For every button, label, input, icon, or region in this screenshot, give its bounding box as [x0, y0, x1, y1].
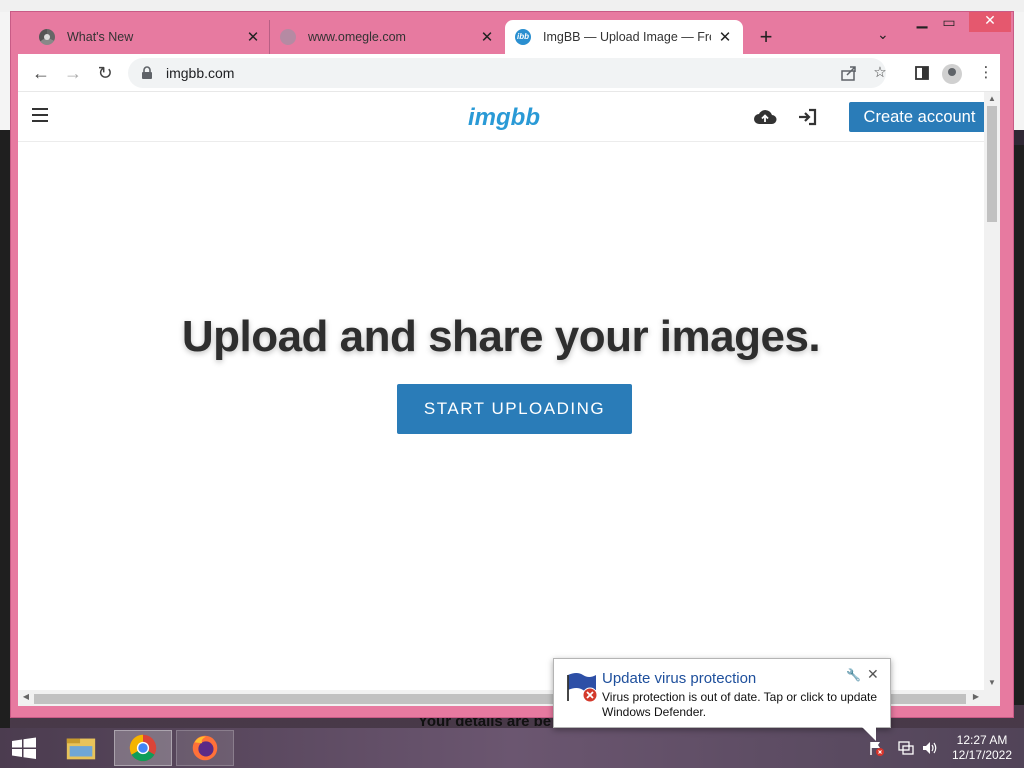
- page-viewport: imgbb Create account Upload and share yo…: [18, 91, 1000, 706]
- site-header: imgbb Create account: [18, 92, 990, 142]
- tab-strip: What's New ✕ www.omegle.com ✕ ibb ImgBB …: [11, 12, 1013, 54]
- close-tab-icon[interactable]: ✕: [717, 28, 733, 46]
- maximize-button[interactable]: ▭: [936, 14, 962, 31]
- notification-title: Update virus protection: [602, 670, 757, 687]
- address-bar[interactable]: imgbb.com: [128, 58, 886, 88]
- omegle-favicon-icon: [280, 29, 296, 45]
- tab-search-chevron-down-icon[interactable]: ⌄: [877, 26, 889, 43]
- imgbb-favicon-icon: ibb: [515, 29, 531, 45]
- action-center-flag-icon[interactable]: [868, 740, 886, 756]
- network-icon[interactable]: [897, 740, 915, 756]
- browser-toolbar: ← → ↻ imgbb.com ☆ ⋮: [18, 54, 1000, 91]
- tab-omegle[interactable]: www.omegle.com ✕: [269, 20, 505, 54]
- firefox-taskbar-icon[interactable]: [176, 730, 234, 766]
- windows-start-icon[interactable]: [0, 728, 48, 768]
- forward-arrow-icon[interactable]: →: [60, 60, 86, 86]
- scroll-down-arrow-icon[interactable]: ▼: [984, 678, 1000, 687]
- close-tab-icon[interactable]: ✕: [479, 28, 495, 46]
- vertical-scrollbar[interactable]: ▲ ▼: [984, 92, 1000, 690]
- share-icon[interactable]: [838, 62, 860, 84]
- tab-whats-new[interactable]: What's New ✕: [29, 20, 271, 54]
- imgbb-logo[interactable]: imgbb: [468, 104, 540, 132]
- scroll-right-arrow-icon[interactable]: ▶: [968, 692, 984, 701]
- back-arrow-icon[interactable]: ←: [28, 60, 54, 86]
- profile-avatar-icon[interactable]: [941, 62, 963, 84]
- clock-date: 12/17/2022: [951, 748, 1013, 762]
- minimize-button[interactable]: ▁: [909, 12, 935, 29]
- create-account-button[interactable]: Create account: [849, 102, 990, 132]
- browser-window: What's New ✕ www.omegle.com ✕ ibb ImgBB …: [10, 11, 1014, 718]
- start-uploading-button[interactable]: START UPLOADING: [397, 384, 632, 434]
- url-text: imgbb.com: [166, 65, 235, 81]
- defender-notification[interactable]: Update virus protection Virus protection…: [553, 658, 891, 728]
- vertical-scroll-thumb[interactable]: [987, 106, 997, 222]
- notification-close-icon[interactable]: ✕: [867, 666, 879, 683]
- file-explorer-icon[interactable]: [52, 730, 110, 766]
- window-close-button[interactable]: ✕: [969, 12, 1011, 32]
- kebab-menu-icon[interactable]: ⋮: [975, 62, 997, 84]
- sign-in-icon[interactable]: [797, 107, 819, 127]
- hamburger-menu-icon[interactable]: [32, 108, 48, 122]
- cloud-upload-icon[interactable]: [753, 107, 777, 127]
- system-clock[interactable]: 12:27 AM 12/17/2022: [946, 733, 1018, 763]
- bookmark-star-icon[interactable]: ☆: [869, 62, 891, 84]
- tab-title: What's New: [67, 30, 134, 44]
- scroll-left-arrow-icon[interactable]: ◀: [18, 692, 34, 701]
- hero-heading: Upload and share your images.: [181, 312, 821, 361]
- close-tab-icon[interactable]: ✕: [245, 28, 261, 46]
- volume-icon[interactable]: [921, 740, 939, 756]
- chrome-favicon-icon: [39, 29, 55, 45]
- reload-icon[interactable]: ↻: [92, 60, 118, 86]
- wrench-icon[interactable]: 🔧: [846, 668, 861, 682]
- new-tab-button[interactable]: +: [754, 24, 778, 50]
- clock-time: 12:27 AM: [956, 733, 1008, 747]
- lock-icon: [142, 66, 152, 79]
- tab-title: ImgBB — Upload Image — Free: [543, 30, 711, 44]
- background-window-left-edge: [0, 130, 10, 730]
- side-panel-icon[interactable]: [911, 62, 933, 84]
- tab-imgbb[interactable]: ibb ImgBB — Upload Image — Free ✕: [505, 20, 743, 54]
- scroll-up-arrow-icon[interactable]: ▲: [984, 94, 1000, 103]
- notification-pointer: [862, 727, 876, 741]
- tab-title: www.omegle.com: [308, 30, 406, 44]
- notification-body: Virus protection is out of date. Tap or …: [602, 690, 878, 719]
- chrome-taskbar-icon[interactable]: [114, 730, 172, 766]
- defender-flag-warning-icon: [567, 673, 598, 703]
